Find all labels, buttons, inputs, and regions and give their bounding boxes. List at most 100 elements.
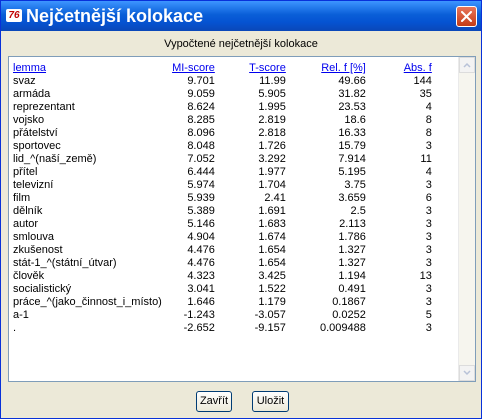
table-cell: 2.819	[258, 114, 286, 126]
table-cell: a-1	[13, 309, 29, 321]
table-cell: -1.243	[183, 309, 215, 321]
table-row[interactable]: vojsko 8.285 2.819 18.6 8	[13, 114, 432, 127]
close-icon	[461, 11, 472, 22]
table-cell: 1.726	[258, 140, 286, 152]
table-cell: 1.674	[258, 231, 286, 243]
table-cell: 5.146	[187, 218, 215, 230]
table-cell: 0.0252	[332, 309, 366, 321]
collocations-list[interactable]: lemma MI-score T-score Rel. f [%] Abs. f sva…	[8, 56, 476, 382]
table-row[interactable]: socialistický 3.041 1.522 0.491 3	[13, 283, 432, 296]
column-header[interactable]: MI-score	[162, 62, 215, 75]
scroll-down-button[interactable]	[459, 365, 475, 381]
table-cell: 1.179	[258, 296, 286, 308]
table-cell: 3	[425, 296, 432, 308]
table-cell: 3	[425, 244, 432, 256]
chevron-down-icon	[463, 370, 471, 376]
table-cell: 8.096	[187, 127, 215, 139]
table-cell: 3	[425, 257, 432, 269]
column-header[interactable]: lemma	[13, 62, 162, 75]
table-row[interactable]: přátelství 8.096 2.818 16.33 8	[13, 127, 432, 140]
table-cell: 1.786	[338, 231, 366, 243]
table-cell: 4.476	[187, 257, 215, 269]
table-cell: lid_^(naší_země)	[13, 153, 97, 165]
table-row[interactable]: film 5.939 2.41 3.659 6	[13, 192, 432, 205]
table-row[interactable]: autor 5.146 1.683 2.113 3	[13, 218, 432, 231]
table-cell: 35	[419, 88, 432, 100]
table-row[interactable]: televizní 5.974 1.704 3.75 3	[13, 179, 432, 192]
table-row[interactable]: reprezentant 8.624 1.995 23.53 4	[13, 101, 432, 114]
table-cell: 16.33	[338, 127, 366, 139]
table-cell: 5.905	[258, 88, 286, 100]
table-cell: 6.444	[187, 166, 215, 178]
table-cell: 1.646	[187, 296, 215, 308]
table-cell: 4	[425, 101, 432, 113]
table-cell: 1.704	[258, 179, 286, 191]
table-cell: 8.285	[187, 114, 215, 126]
table-row[interactable]: sportovec 8.048 1.726 15.79 3	[13, 140, 432, 153]
table-cell: člověk	[13, 270, 45, 282]
close-button[interactable]: Zavřít	[196, 391, 232, 412]
table-cell: 7.052	[187, 153, 215, 165]
table-cell: 3	[425, 205, 432, 217]
column-header[interactable]: T-score	[215, 62, 286, 75]
table-cell: sportovec	[13, 140, 61, 152]
table-cell: 144	[413, 75, 432, 87]
table-row[interactable]: zkušenost 4.476 1.654 1.327 3	[13, 244, 432, 257]
table-cell: 5.389	[187, 205, 215, 217]
column-header[interactable]: Rel. f [%]	[286, 62, 366, 75]
table-row[interactable]: stát-1_^(státní_útvar) 4.476 1.654 1.327 3	[13, 257, 432, 270]
table-cell: 4.323	[187, 270, 215, 282]
save-button[interactable]: Uložit	[252, 391, 289, 412]
table-cell: 3.75	[344, 179, 366, 191]
table-cell: -9.157	[254, 322, 286, 334]
table-cell: 4	[425, 166, 432, 178]
table-cell: .	[13, 322, 17, 334]
table-cell: televizní	[13, 179, 54, 191]
table-cell: 1.654	[258, 257, 286, 269]
table-cell: 3	[425, 218, 432, 230]
table-row[interactable]: člověk 4.323 3.425 1.194 13	[13, 270, 432, 283]
table-cell: socialistický	[13, 283, 72, 295]
scroll-up-button[interactable]	[459, 57, 475, 73]
close-window-button[interactable]	[456, 6, 477, 27]
table-cell: armáda	[13, 88, 51, 100]
table-row[interactable]: armáda 9.059 5.905 31.82 35	[13, 88, 432, 101]
table-cell: 5.195	[338, 166, 366, 178]
table-cell: 13	[419, 270, 432, 282]
table-cell: 3	[425, 179, 432, 191]
table-cell: 8	[425, 127, 432, 139]
table-cell: zkušenost	[13, 244, 63, 256]
table-cell: 1.654	[258, 244, 286, 256]
table-cell: 7.914	[338, 153, 366, 165]
table-cell: 3.292	[258, 153, 286, 165]
table-cell: -2.652	[183, 322, 215, 334]
table-cell: vojsko	[13, 114, 45, 126]
table-cell: 2.818	[258, 127, 286, 139]
table-cell: 18.6	[344, 114, 366, 126]
vertical-scrollbar[interactable]	[458, 57, 475, 381]
table-cell: 2.5	[350, 205, 366, 217]
table-cell: 49.66	[338, 75, 366, 87]
collocations-window: 76 Nejčetnější kolokace Vypočtené nejčet…	[0, 0, 482, 419]
table-cell: 31.82	[338, 88, 366, 100]
table-row[interactable]: práce_^(jako_činnost_i_místo) 1.646 1.179 0…	[13, 296, 432, 309]
table-row[interactable]: přítel 6.444 1.977 5.195 4	[13, 166, 432, 179]
table-row[interactable]: dělník 5.389 1.691 2.5 3	[13, 205, 432, 218]
table-cell: 9.701	[187, 75, 215, 87]
table-row[interactable]: smlouva 4.904 1.674 1.786 3	[13, 231, 432, 244]
table-cell: stát-1_^(státní_útvar)	[13, 257, 117, 269]
table-cell: přítel	[13, 166, 38, 178]
column-header[interactable]: Abs. f	[366, 62, 432, 75]
table-row[interactable]: svaz 9.701 11.99 49.66 144	[13, 75, 432, 88]
table-cell: 11.99	[259, 75, 286, 87]
table-cell: 1.977	[258, 166, 286, 178]
results-caption: Vypočtené nejčetnější kolokace	[164, 38, 318, 50]
table-cell: dělník	[13, 205, 43, 217]
table-row[interactable]: . -2.652 -9.157 0.009488 3	[13, 322, 432, 335]
table-cell: 1.683	[258, 218, 286, 230]
table-row[interactable]: a-1 -1.243 -3.057 0.0252 5	[13, 309, 432, 322]
table-row[interactable]: lid_^(naší_země) 7.052 3.292 7.914 11	[13, 153, 432, 166]
table-cell: -3.057	[254, 309, 286, 321]
window-title: Nejčetnější kolokace	[26, 6, 204, 26]
table-cell: reprezentant	[13, 101, 75, 113]
